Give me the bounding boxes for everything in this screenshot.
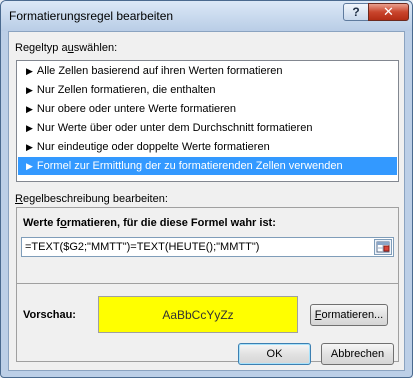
triangle-right-icon: ▶	[26, 123, 33, 133]
triangle-right-icon: ▶	[26, 161, 33, 171]
rule-type-item-selected[interactable]: ▶ Formel zur Ermittlung der zu formatiere…	[18, 157, 397, 175]
help-button[interactable]: ?	[343, 3, 369, 21]
formula-heading: Werte formatieren, für die diese Formel …	[23, 217, 276, 229]
rule-type-label: Regeltyp auswählen:	[15, 42, 118, 54]
rule-type-list[interactable]: ▶ Alle Zellen basierend auf ihren Werten …	[16, 60, 399, 182]
format-preview: AaBbCcYyZz	[98, 296, 298, 333]
formula-input[interactable]: =TEXT($G2;"MMTT")=TEXT(HEUTE();"MMTT")	[21, 237, 394, 257]
rule-type-item[interactable]: ▶ Nur Zellen formatieren, die enthalten	[18, 81, 397, 99]
rule-description-label: Regelbeschreibung bearbeiten:	[15, 193, 168, 205]
triangle-right-icon: ▶	[26, 85, 33, 95]
ok-button[interactable]: OK	[238, 343, 311, 365]
dialog-body: Regeltyp auswählen: ▶ Alle Zellen basiere…	[8, 31, 405, 371]
close-icon: ✕	[383, 4, 394, 19]
preview-label: Vorschau:	[23, 309, 76, 321]
divider	[17, 283, 398, 284]
triangle-right-icon: ▶	[26, 104, 33, 114]
cancel-button[interactable]: Abbrechen	[321, 343, 394, 365]
formula-value: =TEXT($G2;"MMTT")=TEXT(HEUTE();"MMTT")	[25, 241, 260, 253]
rule-type-item[interactable]: ▶ Alle Zellen basierend auf ihren Werten …	[18, 62, 397, 80]
preview-sample-text: AaBbCcYyZz	[162, 307, 234, 322]
cell-reference-button[interactable]	[374, 239, 392, 255]
help-icon: ?	[352, 5, 360, 19]
format-button[interactable]: Formatieren...	[310, 304, 388, 326]
triangle-right-icon: ▶	[26, 66, 33, 76]
rule-description-panel: Werte formatieren, für die diese Formel …	[16, 207, 399, 362]
dialog-title: Formatierungsregel bearbeiten	[9, 9, 174, 23]
rule-type-item[interactable]: ▶ Nur eindeutige oder doppelte Werte form…	[18, 138, 397, 156]
title-bar[interactable]: Formatierungsregel bearbeiten ? ✕	[1, 1, 412, 31]
rule-type-item[interactable]: ▶ Nur Werte über oder unter dem Durchschn…	[18, 119, 397, 137]
rule-type-item[interactable]: ▶ Nur obere oder untere Werte formatieren	[18, 100, 397, 118]
collapse-dialog-icon	[376, 241, 390, 253]
close-button[interactable]: ✕	[368, 3, 409, 21]
dialog-window: Formatierungsregel bearbeiten ? ✕ Regelt…	[0, 0, 413, 378]
triangle-right-icon: ▶	[26, 142, 33, 152]
